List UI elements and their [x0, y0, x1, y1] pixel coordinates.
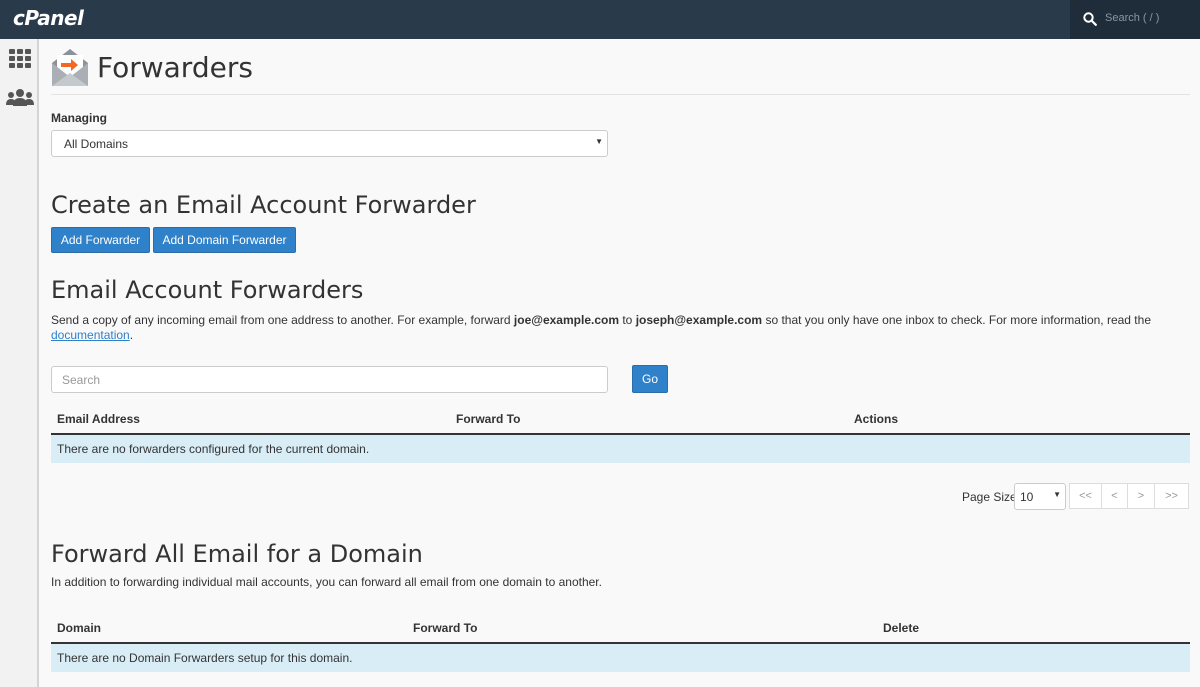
desc-example-source: joe@example.com [513, 313, 619, 327]
pager-last-button[interactable]: >> [1154, 483, 1189, 509]
page-header: Forwarders [51, 47, 1190, 95]
envelope-forward-icon [52, 49, 88, 86]
page-size-value: 10 [1020, 490, 1034, 504]
column-domain-forward-to[interactable]: Forward To [413, 621, 477, 635]
forwarder-search-input[interactable]: Search [51, 366, 608, 393]
forwarders-empty-message: There are no forwarders configured for t… [57, 442, 370, 456]
page-size-select[interactable]: 10 ▼ [1014, 483, 1066, 510]
pager-next-button[interactable]: > [1127, 483, 1155, 509]
create-forwarder-heading: Create an Email Account Forwarder [51, 191, 476, 219]
email-forwarders-description: Send a copy of any incoming email from o… [51, 313, 1171, 343]
column-actions: Actions [854, 412, 899, 426]
pager-prev-button[interactable]: < [1101, 483, 1128, 509]
pager-first-button[interactable]: << [1069, 483, 1102, 509]
desc-end: . [129, 328, 134, 342]
managing-label: Managing [51, 111, 107, 125]
page-size-label: Page Size [962, 490, 1017, 504]
add-forwarder-button[interactable]: Add Forwarder [51, 227, 150, 253]
domain-forwarders-empty-message: There are no Domain Forwarders setup for… [57, 651, 353, 665]
caret-down-icon: ▼ [1053, 490, 1061, 499]
global-search[interactable]: Search ( / ) [1070, 0, 1200, 39]
search-icon [1083, 12, 1097, 26]
column-email-address[interactable]: Email Address [57, 412, 140, 426]
column-domain[interactable]: Domain [57, 621, 101, 635]
forwarders-empty-row: There are no forwarders configured for t… [51, 435, 1190, 463]
caret-down-icon: ▼ [595, 137, 603, 146]
page-title: Forwarders [97, 51, 253, 84]
go-button[interactable]: Go [632, 365, 668, 393]
column-delete: Delete [883, 621, 920, 635]
sidebar [0, 39, 39, 687]
top-bar: cPanel Search ( / ) [0, 0, 1200, 39]
managing-select[interactable]: All Domains ▼ [51, 130, 608, 157]
domain-forwarders-heading: Forward All Email for a Domain [51, 540, 423, 568]
cpanel-logo[interactable]: cPanel [13, 6, 84, 30]
documentation-link[interactable]: documentation [51, 328, 130, 342]
desc-example-target: joseph@example.com [635, 313, 763, 327]
users-icon[interactable] [6, 88, 34, 106]
grid-icon[interactable] [8, 49, 32, 69]
column-forward-to[interactable]: Forward To [456, 412, 520, 426]
email-forwarders-heading: Email Account Forwarders [51, 276, 364, 304]
managing-select-value: All Domains [64, 137, 129, 151]
domain-forwarders-description: In addition to forwarding individual mai… [51, 575, 602, 589]
global-search-placeholder: Search ( / ) [1105, 12, 1160, 24]
forwarder-search-placeholder: Search [62, 373, 101, 387]
add-domain-forwarder-button[interactable]: Add Domain Forwarder [153, 227, 296, 253]
desc-text-3: so that you only have one inbox to check… [762, 313, 1151, 327]
domain-forwarders-empty-row: There are no Domain Forwarders setup for… [51, 644, 1190, 672]
desc-text-1: Send a copy of any incoming email from o… [51, 313, 514, 327]
desc-text-2: to [619, 313, 636, 327]
